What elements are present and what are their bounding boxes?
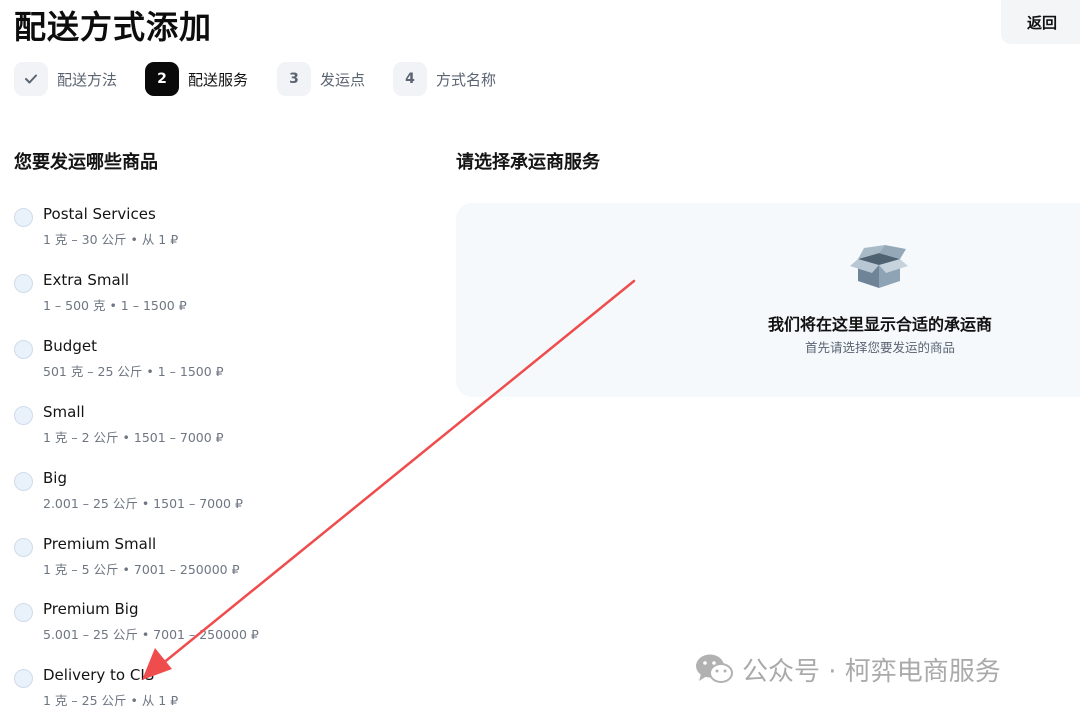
back-button[interactable]: 返回 (1001, 0, 1080, 44)
radio-button[interactable] (14, 472, 33, 491)
product-name: Big (43, 469, 67, 487)
product-option-small[interactable]: Small 1 克 – 2 公斤 • 1501 – 7000 ₽ (14, 403, 394, 451)
product-option-budget[interactable]: Budget 501 克 – 25 公斤 • 1 – 1500 ₽ (14, 337, 394, 385)
step-label: 方式名称 (436, 70, 497, 89)
product-limits: 1 克 – 25 公斤 • 从 1 ₽ (43, 693, 179, 708)
products-section-title: 您要发运哪些商品 (14, 152, 158, 173)
product-limits: 1 – 500 克 • 1 – 1500 ₽ (43, 298, 187, 313)
product-option-delivery-to-cis[interactable]: Delivery to CIS 1 克 – 25 公斤 • 从 1 ₽ (14, 666, 394, 714)
step-badge: 3 (277, 62, 311, 96)
radio-button[interactable] (14, 669, 33, 688)
step-delivery-service[interactable]: 2 配送服务 (145, 62, 248, 96)
product-option-extra-small[interactable]: Extra Small 1 – 500 克 • 1 – 1500 ₽ (14, 271, 394, 319)
carrier-section-title: 请选择承运商服务 (456, 152, 600, 173)
step-badge: 4 (393, 62, 427, 96)
product-name: Extra Small (43, 271, 130, 289)
step-badge-check-icon (14, 62, 48, 96)
product-option-postal-services[interactable]: Postal Services 1 克 – 30 公斤 • 从 1 ₽ (14, 205, 394, 253)
step-badge: 2 (145, 62, 179, 96)
radio-button[interactable] (14, 406, 33, 425)
product-name: Budget (43, 337, 97, 355)
open-box-icon (850, 245, 908, 288)
radio-button[interactable] (14, 603, 33, 622)
product-limits: 1 克 – 30 公斤 • 从 1 ₽ (43, 232, 179, 247)
wechat-icon (696, 654, 733, 683)
watermark-text: 公众号 · 柯弈电商服务 (742, 656, 1001, 687)
product-option-premium-small[interactable]: Premium Small 1 克 – 5 公斤 • 7001 – 250000… (14, 535, 394, 583)
carrier-empty-state: 我们将在这里显示合适的承运商 首先请选择您要发运的商品 (456, 203, 1080, 397)
product-name: Premium Small (43, 535, 157, 553)
product-limits: 1 克 – 2 公斤 • 1501 – 7000 ₽ (43, 430, 224, 445)
product-limits: 5.001 – 25 公斤 • 7001 – 250000 ₽ (43, 627, 259, 642)
radio-button[interactable] (14, 274, 33, 293)
step-method-name[interactable]: 4 方式名称 (393, 62, 496, 96)
watermark: 公众号 · 柯弈电商服务 (694, 651, 1001, 687)
radio-button[interactable] (14, 538, 33, 557)
page-title: 配送方式添加 (14, 8, 213, 46)
product-name: Premium Big (43, 600, 139, 618)
step-delivery-method[interactable]: 配送方法 (14, 62, 117, 96)
radio-button[interactable] (14, 340, 33, 359)
step-shipping-point[interactable]: 3 发运点 (277, 62, 365, 96)
product-name: Delivery to CIS (43, 666, 155, 684)
product-name: Postal Services (43, 205, 156, 223)
product-name: Small (43, 403, 85, 421)
empty-state-title: 我们将在这里显示合适的承运商 (767, 315, 992, 334)
product-limits: 2.001 – 25 公斤 • 1501 – 7000 ₽ (43, 496, 243, 511)
product-limits: 501 克 – 25 公斤 • 1 – 1500 ₽ (43, 364, 224, 379)
product-option-big[interactable]: Big 2.001 – 25 公斤 • 1501 – 7000 ₽ (14, 469, 394, 517)
radio-button[interactable] (14, 208, 33, 227)
step-label: 配送服务 (188, 70, 249, 89)
product-limits: 1 克 – 5 公斤 • 7001 – 250000 ₽ (43, 562, 240, 577)
product-option-premium-big[interactable]: Premium Big 5.001 – 25 公斤 • 7001 – 25000… (14, 600, 394, 648)
step-label: 配送方法 (57, 70, 118, 89)
step-label: 发运点 (320, 70, 366, 89)
empty-state-subtitle: 首先请选择您要发运的商品 (804, 340, 955, 355)
